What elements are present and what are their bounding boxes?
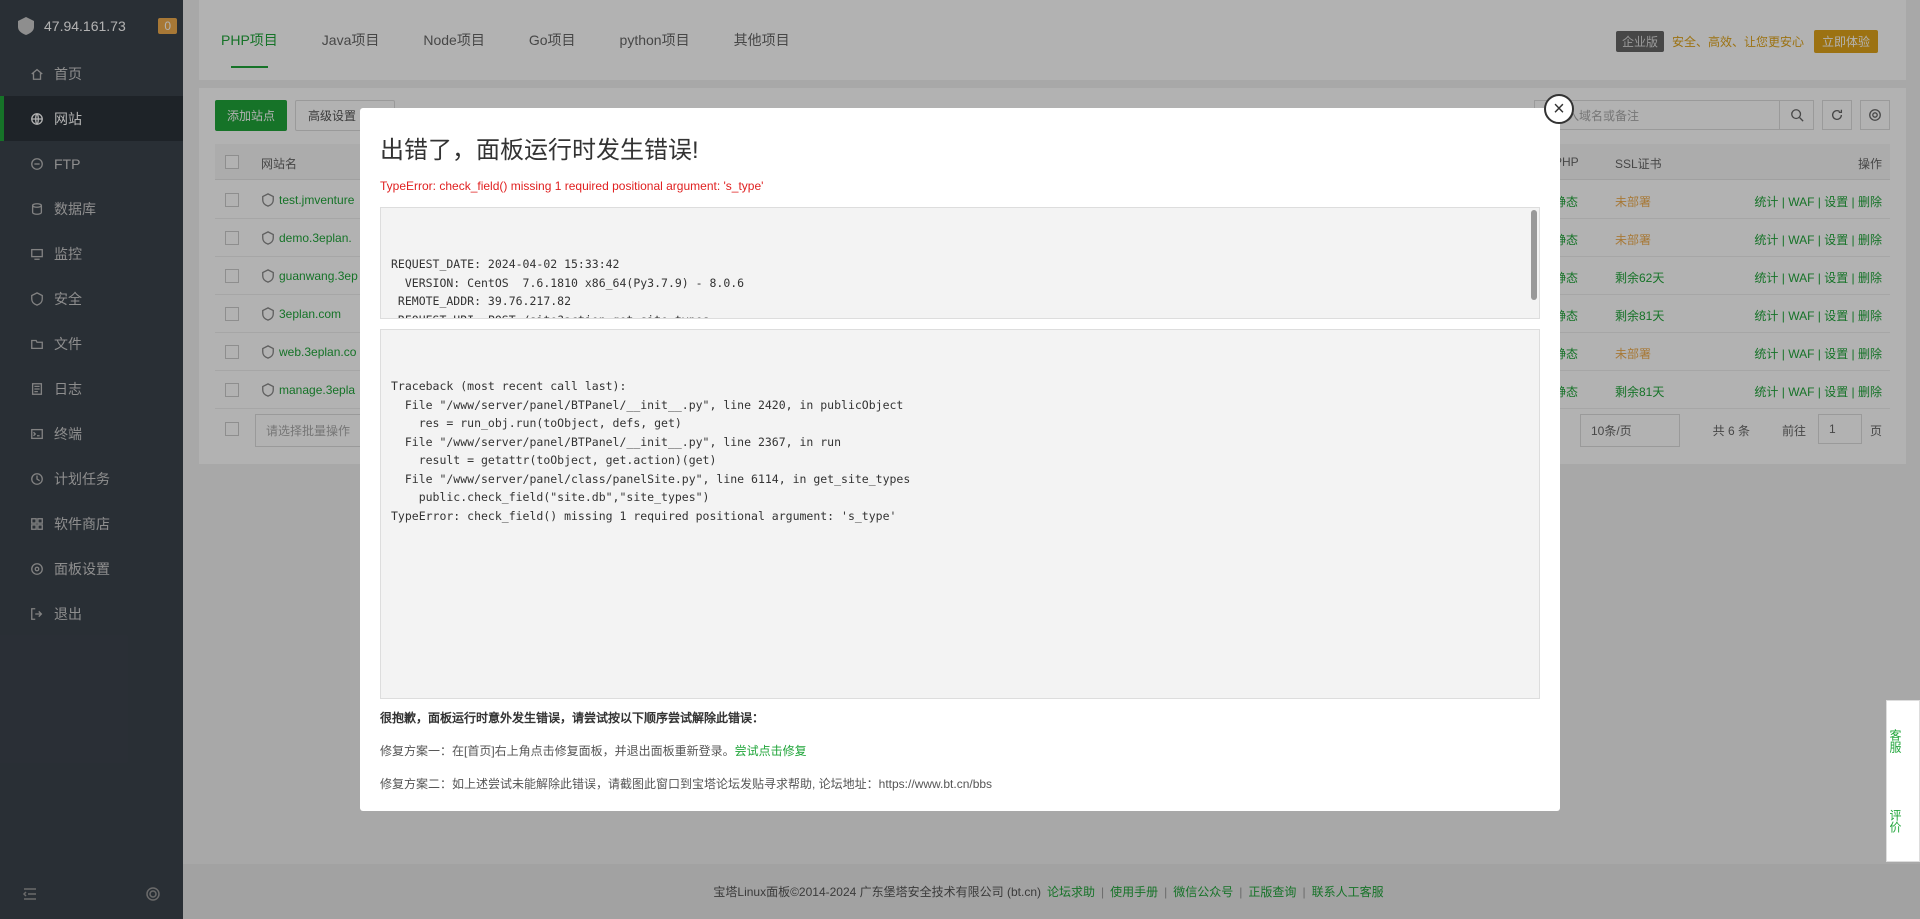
try-repair-link[interactable]: 尝试点击修复 — [735, 744, 807, 758]
traceback-box[interactable]: Traceback (most recent call last): File … — [380, 329, 1540, 699]
advice-heading: 很抱歉，面板运行时意外发生错误，请尝试按以下顺序尝试解除此错误： — [380, 711, 765, 725]
fix-option-2: 修复方案二：如上述尝试未能解除此错误，请截图此窗口到宝塔论坛发贴寻求帮助, 论坛… — [380, 777, 993, 791]
customer-service-button[interactable]: 客服 — [1887, 701, 1904, 781]
review-button[interactable]: 评价 — [1887, 781, 1904, 861]
fix-option-1-text: 修复方案一：在[首页]右上角点击修复面板，并退出面板重新登录。 — [380, 744, 735, 758]
traceback-text: Traceback (most recent call last): File … — [391, 379, 911, 523]
dialog-title: 出错了，面板运行时发生错误! — [380, 137, 699, 164]
error-dialog: × 出错了，面板运行时发生错误! TypeError: check_field(… — [360, 94, 1574, 811]
error-summary: TypeError: check_field() missing 1 requi… — [380, 179, 764, 193]
close-dialog-button[interactable]: × — [1544, 94, 1574, 124]
floating-sidebar: 客服 评价 — [1886, 700, 1920, 862]
request-info-box[interactable]: REQUEST_DATE: 2024-04-02 15:33:42 VERSIO… — [380, 207, 1540, 319]
request-info-text: REQUEST_DATE: 2024-04-02 15:33:42 VERSIO… — [391, 257, 745, 318]
fix-option-1: 修复方案一：在[首页]右上角点击修复面板，并退出面板重新登录。尝试点击修复 — [380, 742, 1540, 759]
request-scrollbar[interactable] — [1531, 210, 1537, 300]
close-icon: × — [1553, 98, 1565, 120]
